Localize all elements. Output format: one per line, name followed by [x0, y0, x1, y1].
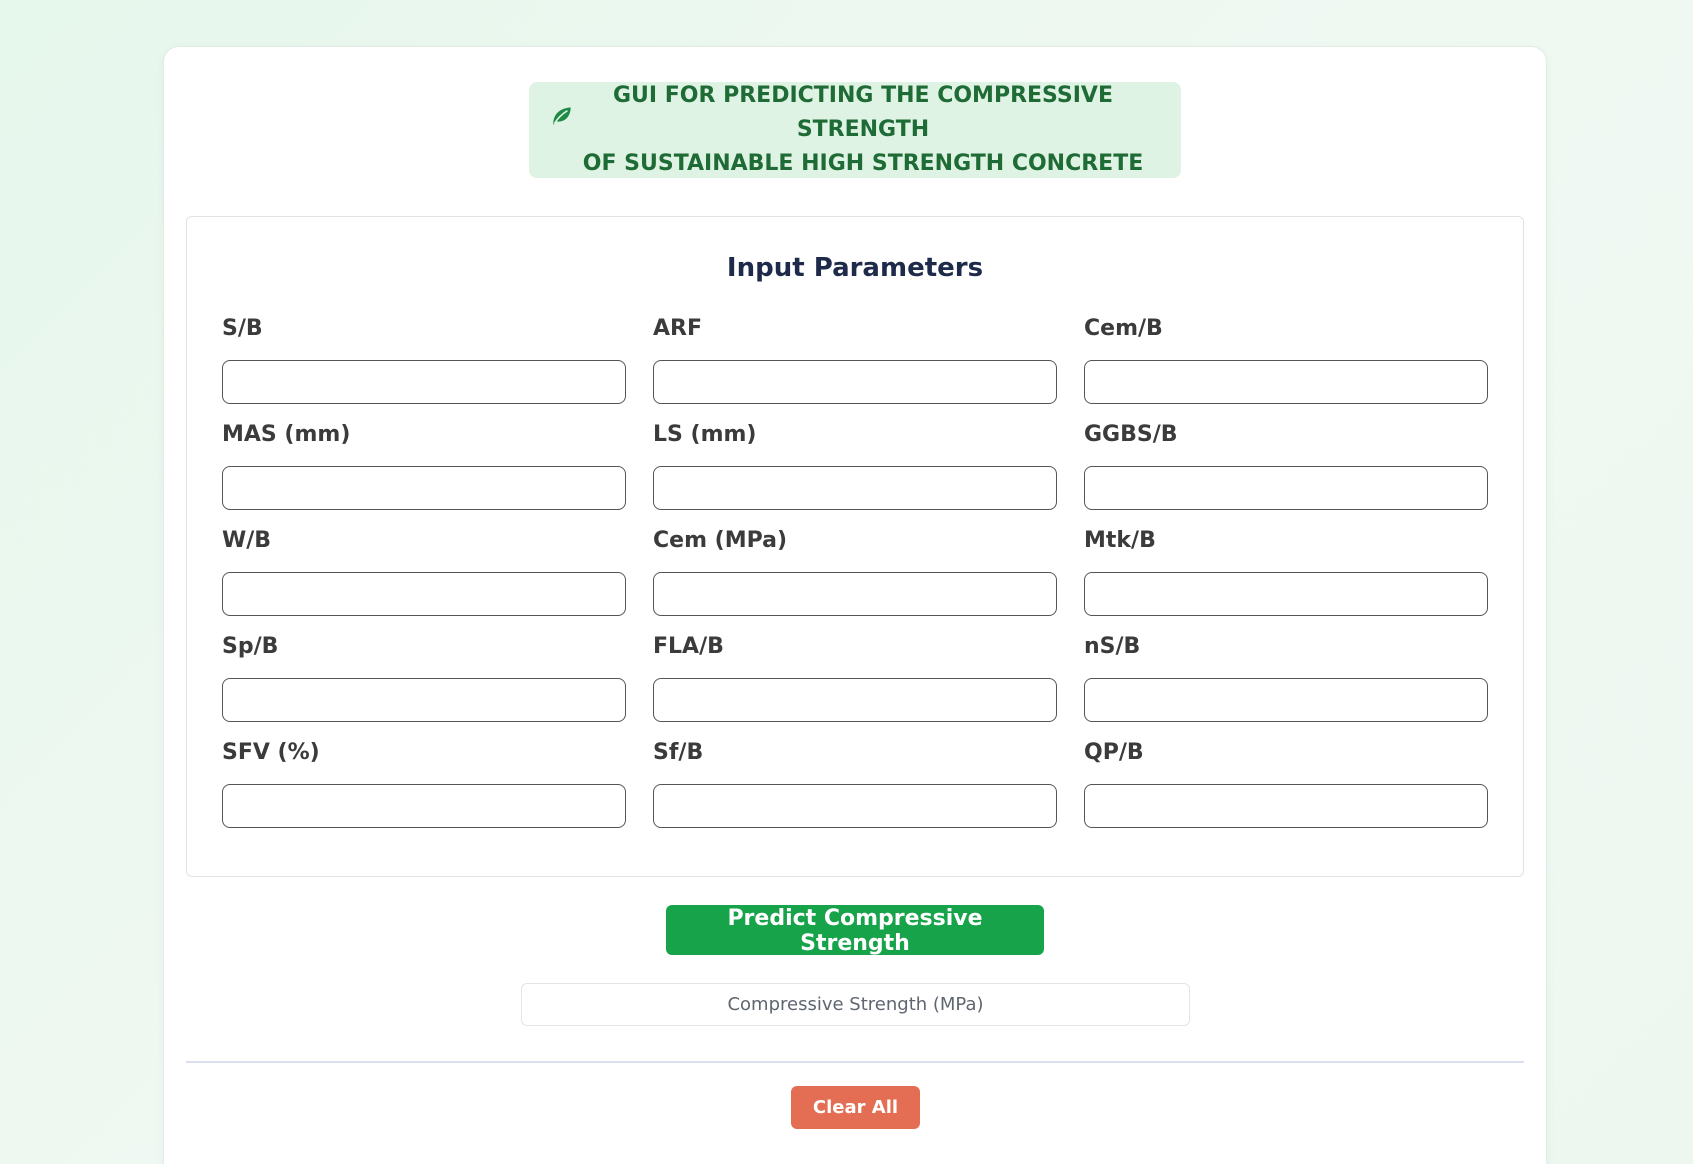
field-label: Sf/B: [653, 740, 704, 765]
field-label: Mtk/B: [1084, 528, 1156, 553]
ls-input[interactable]: [653, 466, 1057, 510]
field-qp-b: QP/B: [1084, 738, 1488, 828]
field-sfv: SFV (%): [222, 738, 626, 828]
divider: [186, 1061, 1524, 1063]
field-arf: ARF: [653, 314, 1057, 404]
field-label: S/B: [222, 316, 263, 341]
field-ggbs-b: GGBS/B: [1084, 420, 1488, 510]
compressive-strength-result: Compressive Strength (MPa): [521, 983, 1190, 1026]
cem-b-input[interactable]: [1084, 360, 1488, 404]
sp-b-input[interactable]: [222, 678, 626, 722]
field-label: QP/B: [1084, 740, 1144, 765]
field-label: nS/B: [1084, 634, 1141, 659]
field-label: GGBS/B: [1084, 422, 1178, 447]
input-parameters-panel: Input Parameters S/B ARF Cem/B MAS (mm) …: [186, 216, 1524, 877]
field-label: SFV (%): [222, 740, 320, 765]
w-b-input[interactable]: [222, 572, 626, 616]
field-mtk-b: Mtk/B: [1084, 526, 1488, 616]
header-banner: GUI FOR PREDICTING THE COMPRESSIVE STREN…: [529, 82, 1181, 178]
fla-b-input[interactable]: [653, 678, 1057, 722]
field-label: LS (mm): [653, 422, 757, 447]
cem-mpa-input[interactable]: [653, 572, 1057, 616]
field-cem-b: Cem/B: [1084, 314, 1488, 404]
field-mas: MAS (mm): [222, 420, 626, 510]
field-label: Cem/B: [1084, 316, 1163, 341]
ns-b-input[interactable]: [1084, 678, 1488, 722]
qp-b-input[interactable]: [1084, 784, 1488, 828]
field-label: ARF: [653, 316, 702, 341]
predict-compressive-strength-button[interactable]: Predict Compressive Strength: [666, 905, 1044, 956]
field-sf-b: Sf/B: [653, 738, 1057, 828]
s-b-input[interactable]: [222, 360, 626, 404]
field-label: FLA/B: [653, 634, 724, 659]
sf-b-input[interactable]: [653, 784, 1057, 828]
field-w-b: W/B: [222, 526, 626, 616]
field-cem-mpa: Cem (MPa): [653, 526, 1057, 616]
page-title-line2: OF SUSTAINABLE HIGH STRENGTH CONCRETE: [582, 151, 1144, 176]
section-title: Input Parameters: [726, 253, 984, 283]
field-label: Cem (MPa): [653, 528, 788, 553]
field-label: W/B: [222, 528, 272, 553]
sfv-input[interactable]: [222, 784, 626, 828]
field-ns-b: nS/B: [1084, 632, 1488, 722]
field-label: MAS (mm): [222, 422, 351, 447]
page-title: GUI FOR PREDICTING THE COMPRESSIVE STREN…: [529, 79, 1181, 181]
arf-input[interactable]: [653, 360, 1057, 404]
field-label: Sp/B: [222, 634, 279, 659]
field-s-b: S/B: [222, 314, 626, 404]
clear-all-button[interactable]: Clear All: [791, 1086, 920, 1129]
leaf-icon: [553, 107, 571, 125]
mtk-b-input[interactable]: [1084, 572, 1488, 616]
page-title-line1: GUI FOR PREDICTING THE COMPRESSIVE STREN…: [613, 83, 1113, 142]
field-fla-b: FLA/B: [653, 632, 1057, 722]
mas-input[interactable]: [222, 466, 626, 510]
ggbs-b-input[interactable]: [1084, 466, 1488, 510]
field-sp-b: Sp/B: [222, 632, 626, 722]
field-ls: LS (mm): [653, 420, 1057, 510]
